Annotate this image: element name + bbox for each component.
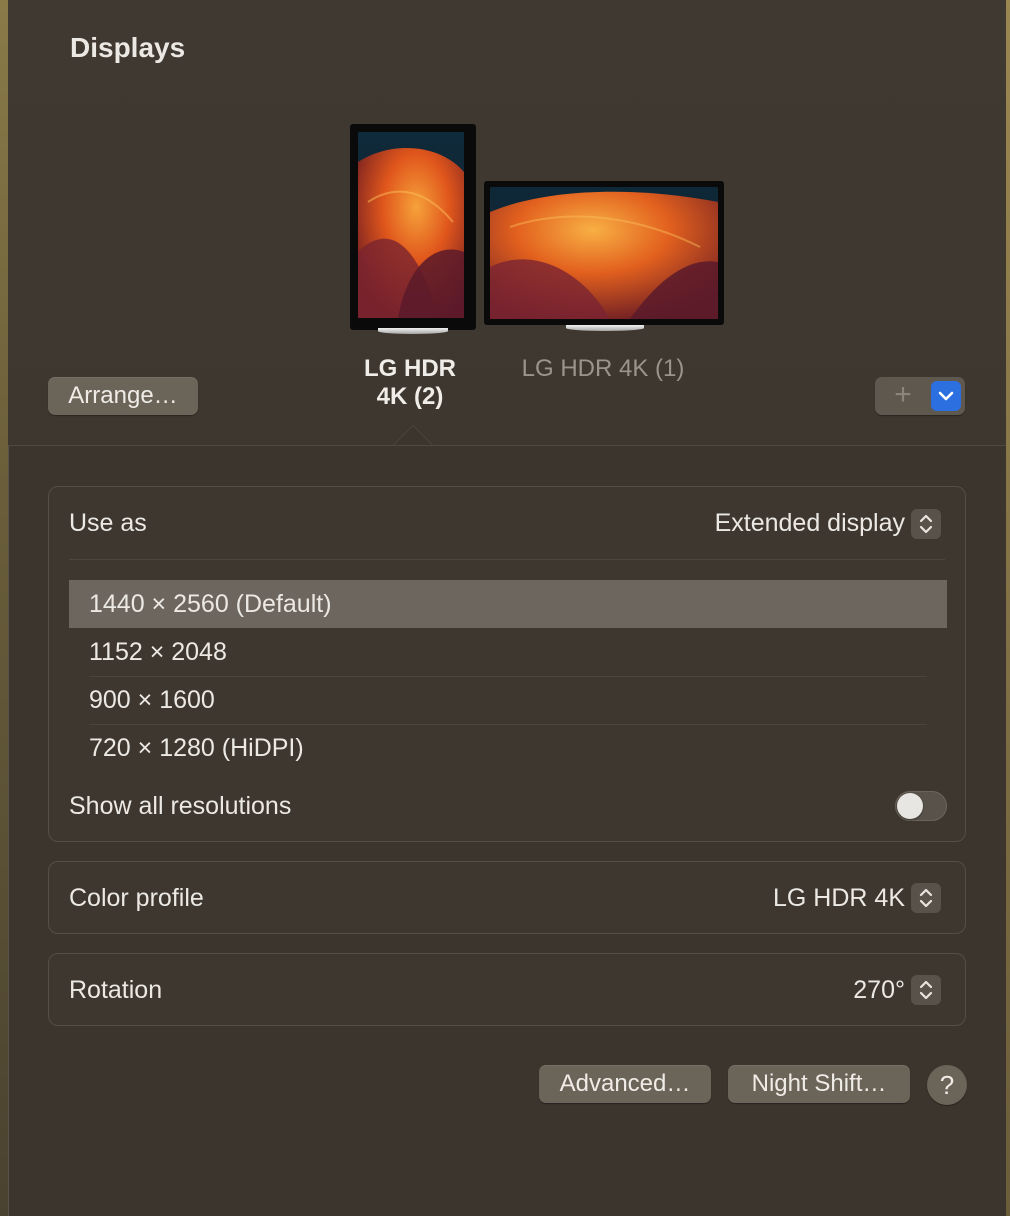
up-down-chevron-icon bbox=[919, 980, 933, 1000]
show-all-resolutions-toggle[interactable] bbox=[895, 791, 947, 821]
use-as-label: Use as bbox=[69, 509, 147, 537]
rotation-popup-button[interactable] bbox=[911, 975, 941, 1005]
add-display-control[interactable]: + bbox=[875, 377, 965, 415]
advanced-button[interactable]: Advanced… bbox=[539, 1065, 711, 1103]
use-as-value[interactable]: Extended display bbox=[715, 509, 905, 538]
show-all-resolutions-label: Show all resolutions bbox=[69, 792, 292, 820]
rotation-label: Rotation bbox=[69, 976, 163, 1004]
monitor-stand bbox=[378, 328, 448, 334]
divider bbox=[69, 559, 945, 560]
resolution-option[interactable]: 1440 × 2560 (Default) bbox=[69, 580, 947, 628]
resolution-label: 720 × 1280 (HiDPI) bbox=[89, 734, 304, 762]
resolution-option[interactable]: 900 × 1600 bbox=[69, 676, 947, 724]
color-profile-value[interactable]: LG HDR 4K bbox=[773, 884, 905, 913]
up-down-chevron-icon bbox=[919, 514, 933, 534]
rotation-card: Rotation 270° bbox=[48, 953, 966, 1026]
color-profile-card: Color profile LG HDR 4K bbox=[48, 861, 966, 934]
monitor-stand bbox=[566, 325, 644, 331]
wallpaper-image bbox=[490, 187, 718, 319]
add-display-menu-button[interactable] bbox=[931, 381, 961, 411]
toggle-knob bbox=[897, 793, 923, 819]
use-as-popup-button[interactable] bbox=[911, 509, 941, 539]
help-button[interactable]: ? bbox=[927, 1065, 967, 1105]
resolution-option[interactable]: 720 × 1280 (HiDPI) bbox=[69, 724, 947, 772]
desktop-edge-left bbox=[0, 0, 8, 1216]
display-label-unselected[interactable]: LG HDR 4K (1) bbox=[508, 355, 698, 383]
resolution-label: 1440 × 2560 (Default) bbox=[89, 590, 332, 618]
night-shift-button[interactable]: Night Shift… bbox=[728, 1065, 910, 1103]
display-label-selected[interactable]: LG HDR 4K (2) bbox=[348, 355, 472, 411]
arrange-button[interactable]: Arrange… bbox=[48, 377, 198, 415]
wallpaper-image bbox=[358, 132, 468, 322]
display-label-line1: LG HDR bbox=[364, 355, 456, 382]
add-display-button[interactable]: + bbox=[875, 377, 931, 415]
selection-pointer bbox=[394, 426, 432, 445]
color-profile-label: Color profile bbox=[69, 884, 204, 912]
display-label-line2: 4K (2) bbox=[376, 383, 444, 410]
up-down-chevron-icon bbox=[919, 888, 933, 908]
page-title: Displays bbox=[70, 32, 186, 63]
displays-settings-window: Displays LG HDR 4K (2) LG HDR 4K (1) Arr… bbox=[8, 0, 1006, 1216]
color-profile-popup-button[interactable] bbox=[911, 883, 941, 913]
resolution-option[interactable]: 1152 × 2048 bbox=[69, 628, 947, 676]
rotation-value[interactable]: 270° bbox=[853, 976, 905, 1005]
chevron-down-icon bbox=[938, 391, 954, 401]
display-arrangement-area: Displays LG HDR 4K (2) LG HDR 4K (1) Arr… bbox=[8, 0, 1006, 446]
resolution-label: 900 × 1600 bbox=[89, 686, 215, 714]
display-thumbnail-lg-hdr-4k-2[interactable] bbox=[350, 124, 476, 334]
display-settings-card: Use as Extended display 1440 × 2560 (Def… bbox=[48, 486, 966, 842]
resolution-label: 1152 × 2048 bbox=[89, 638, 227, 666]
display-thumbnail-lg-hdr-4k-1[interactable] bbox=[484, 181, 724, 331]
